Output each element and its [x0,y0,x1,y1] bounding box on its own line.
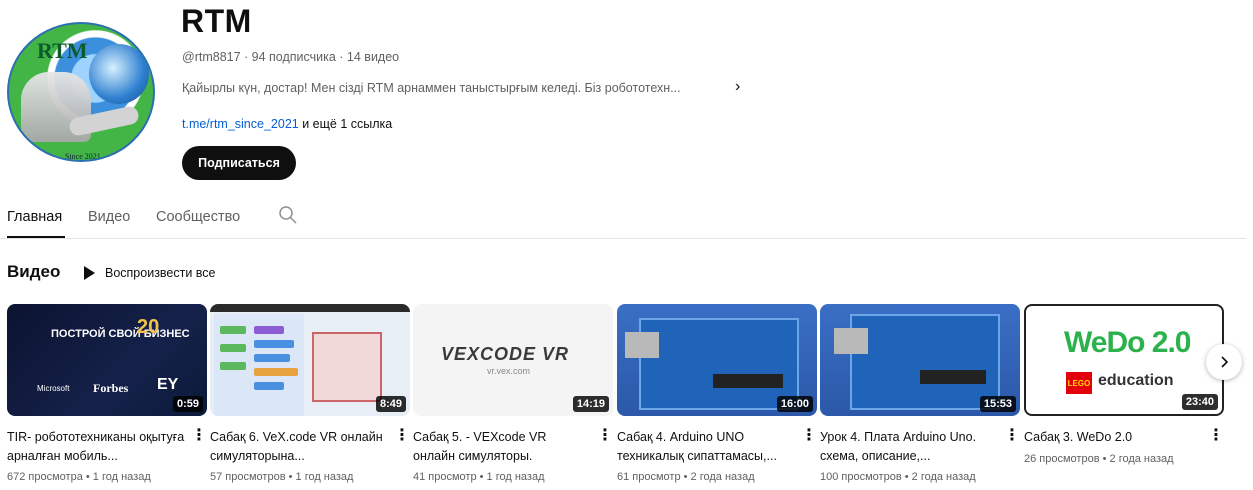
thumb-arduino-board [639,318,799,410]
video-views: 57 просмотров [210,471,286,483]
thumb-url: vr.vex.com [487,366,531,376]
thumb-window-bar [210,304,410,312]
more-options-icon[interactable]: ⋮ [801,426,817,446]
video-meta: 26 просмотров • 2 года назад [1024,453,1174,465]
thumb-education-text: education [1098,372,1174,389]
video-views: 672 просмотра [7,471,83,483]
thumb-headline: ПОСТРОЙ СВОЙ БИЗНЕС [51,328,190,340]
channel-tabs: Главная Видео Сообщество [0,199,1246,239]
thumb-anniversary: 20 [137,316,160,338]
description-expand-icon[interactable]: › [735,78,740,96]
thumb-wedo-title: WeDo 2.0 [1064,326,1191,359]
tab-home[interactable]: Главная [7,209,62,225]
video-thumbnail[interactable]: 8:49 [210,304,410,416]
more-options-icon[interactable]: ⋮ [597,426,613,446]
meta-separator: • [82,471,93,483]
tab-community[interactable]: Сообщество [156,209,240,225]
play-all-button[interactable]: Воспроизвести все [84,263,216,283]
thumb-maze [312,332,382,402]
tab-videos[interactable]: Видео [88,209,130,225]
thumb-code-blocks [214,314,304,416]
avatar-logo-text: RTM [37,38,88,63]
video-meta: 672 просмотра • 1 год назад [7,471,151,483]
video-title[interactable]: Сабақ 4. Arduino UNO техникалық сипаттам… [617,428,795,468]
meta-separator: • [476,471,487,483]
video-card[interactable]: 15:53 Урок 4. Плата Arduino Uno. схема, … [820,304,1020,490]
thumb-usb-port [834,328,868,354]
avatar-globe [89,44,149,104]
video-card[interactable]: WeDo 2.0 LEGO education 23:40 Сабақ 3. W… [1024,304,1224,490]
video-age: 2 года назад [1109,453,1174,465]
video-views: 100 просмотров [820,471,902,483]
more-options-icon[interactable]: ⋮ [1004,426,1020,446]
thumb-chip [920,370,986,384]
video-thumbnail[interactable]: 16:00 [617,304,817,416]
thumb-arduino-board [850,314,1000,410]
meta-separator: • [1099,453,1110,465]
play-all-label: Воспроизвести все [105,266,216,280]
video-title[interactable]: Сабақ 5. - VEXcode VR онлайн симуляторы. [413,428,591,468]
video-duration: 0:59 [172,396,203,412]
video-thumbnail[interactable]: VEXCODE VR vr.vex.com 14:19 [413,304,613,416]
chevron-right-icon [1221,356,1229,368]
video-age: 1 год назад [486,471,545,483]
channel-link[interactable]: t.me/rtm_since_2021 [182,117,299,131]
video-age: 2 года назад [690,471,755,483]
video-thumbnail[interactable]: 15:53 [820,304,1020,416]
meta-separator: • [680,471,691,483]
video-thumbnail[interactable]: WeDo 2.0 LEGO education 23:40 [1024,304,1224,416]
video-views: 41 просмотр [413,471,477,483]
thumb-chip [713,374,783,388]
video-duration: 23:40 [1181,394,1218,410]
video-title[interactable]: Урок 4. Плата Arduino Uno. схема, описан… [820,428,998,468]
video-duration: 15:53 [979,396,1016,412]
video-duration: 14:19 [572,396,609,412]
play-icon [84,266,95,280]
video-card[interactable]: 8:49 Сабақ 6. VeX.code VR онлайн симулят… [210,304,410,490]
section-title: Видео [7,262,61,281]
channel-meta: @rtm8817 · 94 подписчика · 14 видео [182,50,400,64]
channel-links: t.me/rtm_since_2021 и ещё 1 ссылка [182,117,392,131]
channel-description[interactable]: Қайырлы күн, достар! Мен сізді RTM арнам… [182,81,681,95]
thumb-lego-logo: LEGO [1066,372,1092,394]
meta-separator: • [901,471,912,483]
meta-separator: • [285,471,296,483]
carousel-next-button[interactable] [1206,344,1242,380]
channel-avatar[interactable]: RTM Since 2021 [7,22,155,162]
video-views: 61 просмотр [617,471,681,483]
subscribe-button[interactable]: Подписаться [182,146,296,180]
video-views: 26 просмотров [1024,453,1100,465]
avatar-since-text: Since 2021 [65,152,101,161]
thumb-sponsor-ey: EY [157,376,179,393]
video-meta: 61 просмотр • 2 года назад [617,471,755,483]
thumb-vexcode-logo: VEXCODE VR [441,344,570,364]
more-options-icon[interactable]: ⋮ [1208,426,1224,446]
more-options-icon[interactable]: ⋮ [191,426,207,446]
video-age: 1 год назад [295,471,354,483]
video-duration: 8:49 [375,396,406,412]
more-options-icon[interactable]: ⋮ [394,426,410,446]
thumb-sponsor-forbes: Forbes [93,381,129,395]
thumb-usb-port [625,332,659,358]
search-icon[interactable] [278,205,298,225]
video-meta: 41 просмотр • 1 год назад [413,471,545,483]
more-links[interactable]: и ещё 1 ссылка [299,117,392,131]
video-title[interactable]: TIR- робототехниканы оқытуға арналған мо… [7,428,185,468]
video-card[interactable]: ПОСТРОЙ СВОЙ БИЗНЕС 20 Microsoft Forbes … [7,304,207,490]
video-meta: 57 просмотров • 1 год назад [210,471,353,483]
thumb-sponsor-microsoft: Microsoft [37,384,70,393]
video-title[interactable]: Сабақ 6. VeX.code VR онлайн симуляторына… [210,428,388,468]
video-card[interactable]: VEXCODE VR vr.vex.com 14:19 Сабақ 5. - V… [413,304,613,490]
channel-name: RTM [181,3,252,39]
video-thumbnail[interactable]: ПОСТРОЙ СВОЙ БИЗНЕС 20 Microsoft Forbes … [7,304,207,416]
video-card[interactable]: 16:00 Сабақ 4. Arduino UNO техникалық си… [617,304,817,490]
video-age: 1 год назад [92,471,151,483]
active-tab-indicator [7,236,65,238]
video-duration: 16:00 [776,396,813,412]
video-meta: 100 просмотров • 2 года назад [820,471,976,483]
video-age: 2 года назад [911,471,976,483]
